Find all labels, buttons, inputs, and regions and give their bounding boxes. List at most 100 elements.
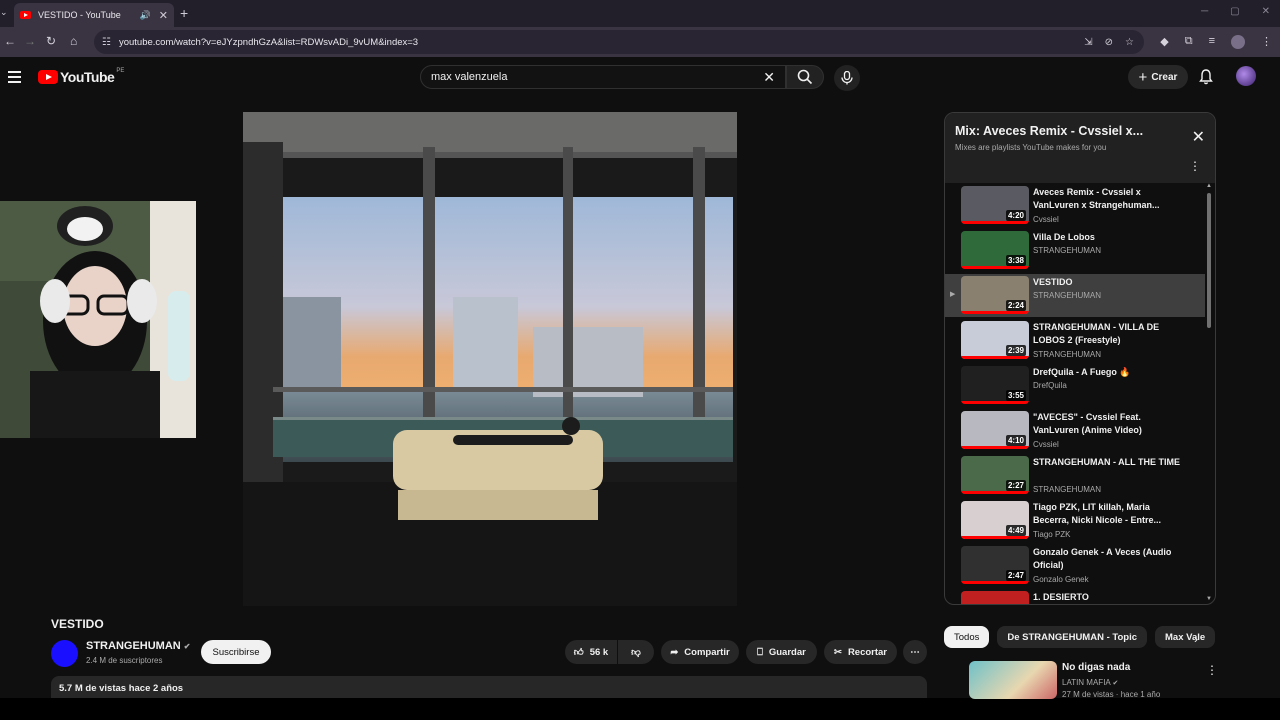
close-tab-icon[interactable]: ✕ <box>159 9 168 22</box>
duration-badge: 3:55 <box>1005 390 1026 401</box>
close-playlist-icon[interactable]: ✕ <box>1192 127 1205 147</box>
channel-name-row[interactable]: STRANGEHUMAN ✔ <box>86 640 191 652</box>
bookmark-icon: ⎕ <box>757 646 763 658</box>
media-control-icon[interactable]: ≡ <box>1209 35 1215 49</box>
bookmark-star-icon[interactable]: ☆ <box>1125 37 1134 48</box>
playlist-item-thumbnail[interactable]: 3:55 <box>961 366 1029 404</box>
home-icon[interactable]: ⌂ <box>70 34 77 48</box>
notifications-bell-icon[interactable] <box>1199 69 1213 85</box>
playlist-item-channel: STRANGEHUMAN <box>1033 291 1102 300</box>
create-button[interactable]: + Crear <box>1128 65 1188 89</box>
playlist-title[interactable]: Mix: Aveces Remix - Cvssiel x... <box>955 124 1143 138</box>
install-icon[interactable]: ⇲ <box>1084 37 1092 48</box>
playlist-item[interactable]: ▶ 2:24 VESTIDO STRANGEHUMAN <box>945 274 1205 317</box>
playlist-item[interactable]: 2:27 STRANGEHUMAN - ALL THE TIME STRANGEHU… <box>945 454 1205 497</box>
filter-chip[interactable]: Max Vale <box>1155 626 1216 648</box>
recommendation-menu-icon[interactable]: ⋮ <box>1206 663 1218 677</box>
duration-badge: 4:49 <box>1005 525 1026 536</box>
browser-menu-icon[interactable]: ⋮ <box>1261 35 1272 49</box>
playlist-item-title: Tiago PZK, LIT killah, Maria Becerra, Ni… <box>1033 502 1162 525</box>
url-bar[interactable]: ☷ youtube.com/watch?v=eJYzpndhGzA&list=R… <box>94 30 1144 54</box>
playlist-item-thumbnail[interactable]: 4:49 <box>961 501 1029 539</box>
watched-progress-bar <box>961 401 1029 404</box>
duration-badge: 4:10 <box>1005 435 1026 446</box>
extensions-puzzle-icon[interactable]: ⧉ <box>1185 35 1193 49</box>
browser-tab[interactable]: VESTIDO - YouTube 🔊 ✕ <box>14 3 174 27</box>
playlist-scrollbar[interactable] <box>1207 193 1211 328</box>
youtube-header: YouTube PE max valenzuela ✕ + Crear <box>0 57 1280 97</box>
clear-search-icon[interactable]: ✕ <box>763 69 775 86</box>
chips-next-icon[interactable]: › <box>1194 632 1198 646</box>
search-button[interactable] <box>786 65 824 89</box>
playlist-item-channel: Tiago PZK <box>1033 530 1071 539</box>
new-tab-button[interactable]: + <box>180 5 188 21</box>
thumbs-up-icon: 👍︎ <box>573 647 584 658</box>
views-and-date: 5.7 M de vistas hace 2 años <box>59 683 184 694</box>
playlist-item[interactable]: 1. DESIERTO <box>945 589 1205 604</box>
watched-progress-bar <box>961 266 1029 269</box>
search-input[interactable]: max valenzuela ✕ <box>420 65 786 89</box>
playlist-item-thumbnail[interactable]: 2:39 <box>961 321 1029 359</box>
playlist-item-title: DrefQuila - A Fuego 🔥 <box>1033 367 1131 377</box>
reload-icon[interactable]: ↻ <box>46 34 56 48</box>
playlist-item-thumbnail[interactable] <box>961 591 1029 604</box>
recommendation-title[interactable]: No digas nada <box>1062 662 1130 673</box>
playlist-item-thumbnail[interactable]: 2:27 <box>961 456 1029 494</box>
forward-icon[interactable]: → <box>24 34 36 48</box>
address-bar-row: ← → ↻ ⌂ ☷ youtube.com/watch?v=eJYzpndhGz… <box>0 27 1280 57</box>
filter-chip[interactable]: Todos <box>944 626 990 648</box>
video-player[interactable] <box>243 112 737 606</box>
playlist-item-title: 1. DESIERTO <box>1033 592 1089 602</box>
site-info-icon[interactable]: ☷ <box>102 37 111 48</box>
back-icon[interactable]: ← <box>4 34 16 48</box>
subscribe-label: Suscribirse <box>212 646 260 658</box>
playlist-item[interactable]: 4:20 Aveces Remix - Cvssiel x VanLvuren x… <box>945 184 1205 227</box>
recommendation-thumbnail[interactable] <box>969 661 1057 699</box>
playlist-item[interactable]: 3:55 DrefQuila - A Fuego 🔥 DrefQuila <box>945 364 1205 407</box>
dislike-button[interactable]: 👎︎ <box>618 640 654 664</box>
like-button[interactable]: 👍︎ 56 k <box>565 640 617 664</box>
description-box[interactable]: 5.7 M de vistas hace 2 años <box>51 676 927 698</box>
channel-name: STRANGEHUMAN <box>86 640 181 652</box>
subscribe-button[interactable]: Suscribirse <box>201 640 271 664</box>
playlist-item-thumbnail[interactable]: 4:20 <box>961 186 1029 224</box>
clip-button[interactable]: ✂ Recortar <box>824 640 897 664</box>
playlist-item-thumbnail[interactable]: 2:47 <box>961 546 1029 584</box>
eye-off-icon[interactable]: ⊘ <box>1105 37 1113 48</box>
playlist-item-thumbnail[interactable]: 2:24 <box>961 276 1029 314</box>
speaker-icon[interactable]: 🔊 <box>140 10 151 21</box>
playlist-item-thumbnail[interactable]: 3:38 <box>961 231 1029 269</box>
maximize-button[interactable]: ▢ <box>1230 6 1239 17</box>
voice-search-button[interactable] <box>834 65 860 91</box>
share-icon: ➦ <box>670 646 679 658</box>
verified-icon: ✔ <box>1112 680 1119 687</box>
playlist-item-title: STRANGEHUMAN - ALL THE TIME <box>1033 457 1180 467</box>
youtube-logo[interactable]: YouTube PE <box>38 68 124 85</box>
playlist-item-channel: Cvssiel <box>1033 440 1059 449</box>
share-button[interactable]: ➦ Compartir <box>661 640 739 664</box>
scroll-up-icon[interactable]: ▲ <box>1206 183 1212 189</box>
save-button[interactable]: ⎕ Guardar <box>746 640 817 664</box>
playlist-item[interactable]: 4:49 Tiago PZK, LIT killah, Maria Becerra… <box>945 499 1205 542</box>
extension-icon[interactable]: ◆ <box>1160 35 1168 49</box>
account-avatar[interactable] <box>1236 66 1256 86</box>
watched-progress-bar <box>961 536 1029 539</box>
playlist-item[interactable]: 4:10 "AVECES" - Cvssiel Feat. VanLvuren (… <box>945 409 1205 452</box>
more-actions-button[interactable]: ⋯ <box>903 640 927 664</box>
tab-search-icon[interactable]: ⌄ <box>0 7 8 18</box>
playlist-item-thumbnail[interactable]: 4:10 <box>961 411 1029 449</box>
filter-chip[interactable]: De STRANGEHUMAN - Topic <box>997 626 1148 648</box>
close-window-button[interactable]: ✕ <box>1262 6 1270 17</box>
profile-avatar[interactable] <box>1231 35 1245 49</box>
playlist-item[interactable]: 2:39 STRANGEHUMAN - VILLA DE LOBOS 2 (Fre… <box>945 319 1205 362</box>
minimize-button[interactable]: ─ <box>1201 6 1208 17</box>
playlist-item[interactable]: 3:38 Villa De Lobos STRANGEHUMAN <box>945 229 1205 272</box>
channel-avatar[interactable] <box>51 640 78 667</box>
recommendation-channel[interactable]: LATIN MAFIA ✔ <box>1062 678 1118 687</box>
playlist-item-title: STRANGEHUMAN - VILLA DE LOBOS 2 (Freesty… <box>1033 322 1160 345</box>
scroll-down-icon[interactable]: ▼ <box>1206 596 1212 602</box>
like-count: 56 k <box>589 646 609 658</box>
playlist-menu-icon[interactable]: ⋮ <box>1189 159 1201 173</box>
menu-icon[interactable] <box>8 71 21 86</box>
playlist-item[interactable]: 2:47 Gonzalo Genek - A Veces (Audio Ofici… <box>945 544 1205 587</box>
